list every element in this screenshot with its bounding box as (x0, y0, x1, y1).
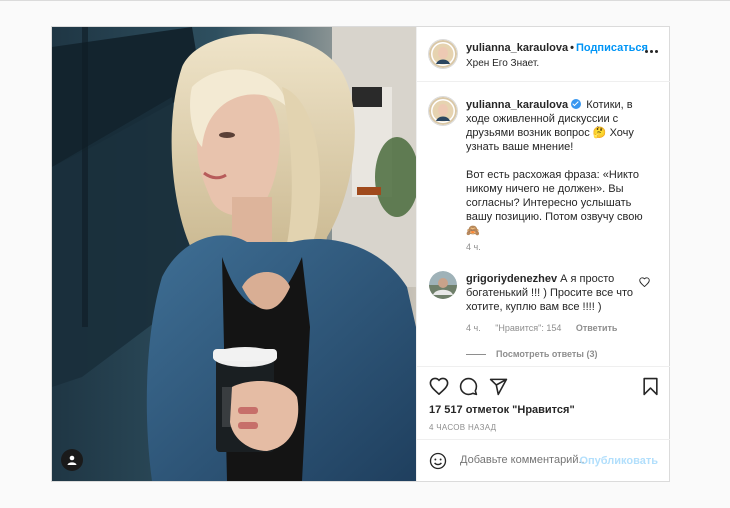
author-line: yulianna_karaulova • Подписаться (466, 42, 648, 54)
share-button[interactable] (489, 377, 508, 399)
comment-item: grigoriydenezhev А я просто богатенький … (417, 267, 670, 367)
post-photo[interactable] (52, 27, 416, 481)
publish-button[interactable]: Опубликовать (579, 455, 658, 467)
photo-illustration (52, 27, 416, 481)
comment-input[interactable] (460, 454, 584, 466)
more-options-icon[interactable] (645, 50, 658, 53)
author-username[interactable]: yulianna_karaulova (466, 42, 568, 54)
share-icon (489, 378, 508, 396)
location-link[interactable]: Хрен Его Знает. (466, 58, 539, 69)
bookmark-icon (643, 377, 658, 396)
view-replies-label: Посмотреть ответы (3) (496, 349, 598, 359)
comment-meta: 4 ч. "Нравится": 154 Ответить (466, 323, 629, 333)
top-divider (0, 0, 730, 1)
save-button[interactable] (642, 377, 659, 399)
follow-button[interactable]: Подписаться (576, 42, 648, 54)
caption-time: 4 ч. (466, 242, 481, 252)
post-dialog: yulianna_karaulova • Подписаться Хрен Его … (51, 26, 670, 482)
emoji-icon (429, 452, 447, 470)
post-date[interactable]: 4 ЧАСОВ НАЗАД (429, 423, 496, 432)
heart-icon (429, 377, 449, 396)
comment-icon (459, 377, 478, 396)
action-icons (429, 377, 659, 399)
post-sidebar: yulianna_karaulova • Подписаться Хрен Его … (416, 27, 670, 481)
likes-count[interactable]: 17 517 отметок "Нравится" (429, 404, 575, 416)
user-tag-button[interactable] (61, 449, 83, 471)
heart-icon (639, 277, 650, 288)
commenter-avatar[interactable] (429, 271, 457, 299)
view-replies-button[interactable]: Посмотреть ответы (3) (466, 349, 597, 359)
caption-body: yulianna_karaulova Котики, в ходе оживле… (466, 98, 656, 238)
caption-username[interactable]: yulianna_karaulova (466, 99, 568, 111)
replies-line (466, 353, 486, 355)
like-button[interactable] (429, 377, 449, 398)
caption-avatar[interactable] (429, 97, 457, 125)
post-caption: yulianna_karaulova Котики, в ходе оживле… (417, 83, 670, 258)
user-tag-icon (67, 455, 77, 465)
author-avatar[interactable] (429, 40, 457, 68)
emoji-button[interactable] (429, 452, 447, 473)
add-comment-bar: Опубликовать (417, 439, 670, 482)
comment-body: grigoriydenezhev А я просто богатенький … (466, 272, 641, 314)
comment-likes[interactable]: "Нравится": 154 (495, 323, 561, 333)
comment-like-button[interactable] (639, 277, 650, 290)
verified-badge-icon (571, 99, 582, 109)
commenter-username[interactable]: grigoriydenezhev (466, 273, 557, 285)
post-actions: 17 517 отметок "Нравится" 4 ЧАСОВ НАЗАД … (417, 366, 670, 481)
comment-button[interactable] (459, 377, 478, 399)
separator-dot: • (570, 42, 574, 54)
comment-time: 4 ч. (466, 323, 481, 333)
caption-text-2: Вот есть расхожая фраза: «Никто никому н… (466, 169, 643, 237)
reply-button[interactable]: Ответить (576, 323, 618, 333)
post-header: yulianna_karaulova • Подписаться Хрен Его … (417, 27, 670, 82)
